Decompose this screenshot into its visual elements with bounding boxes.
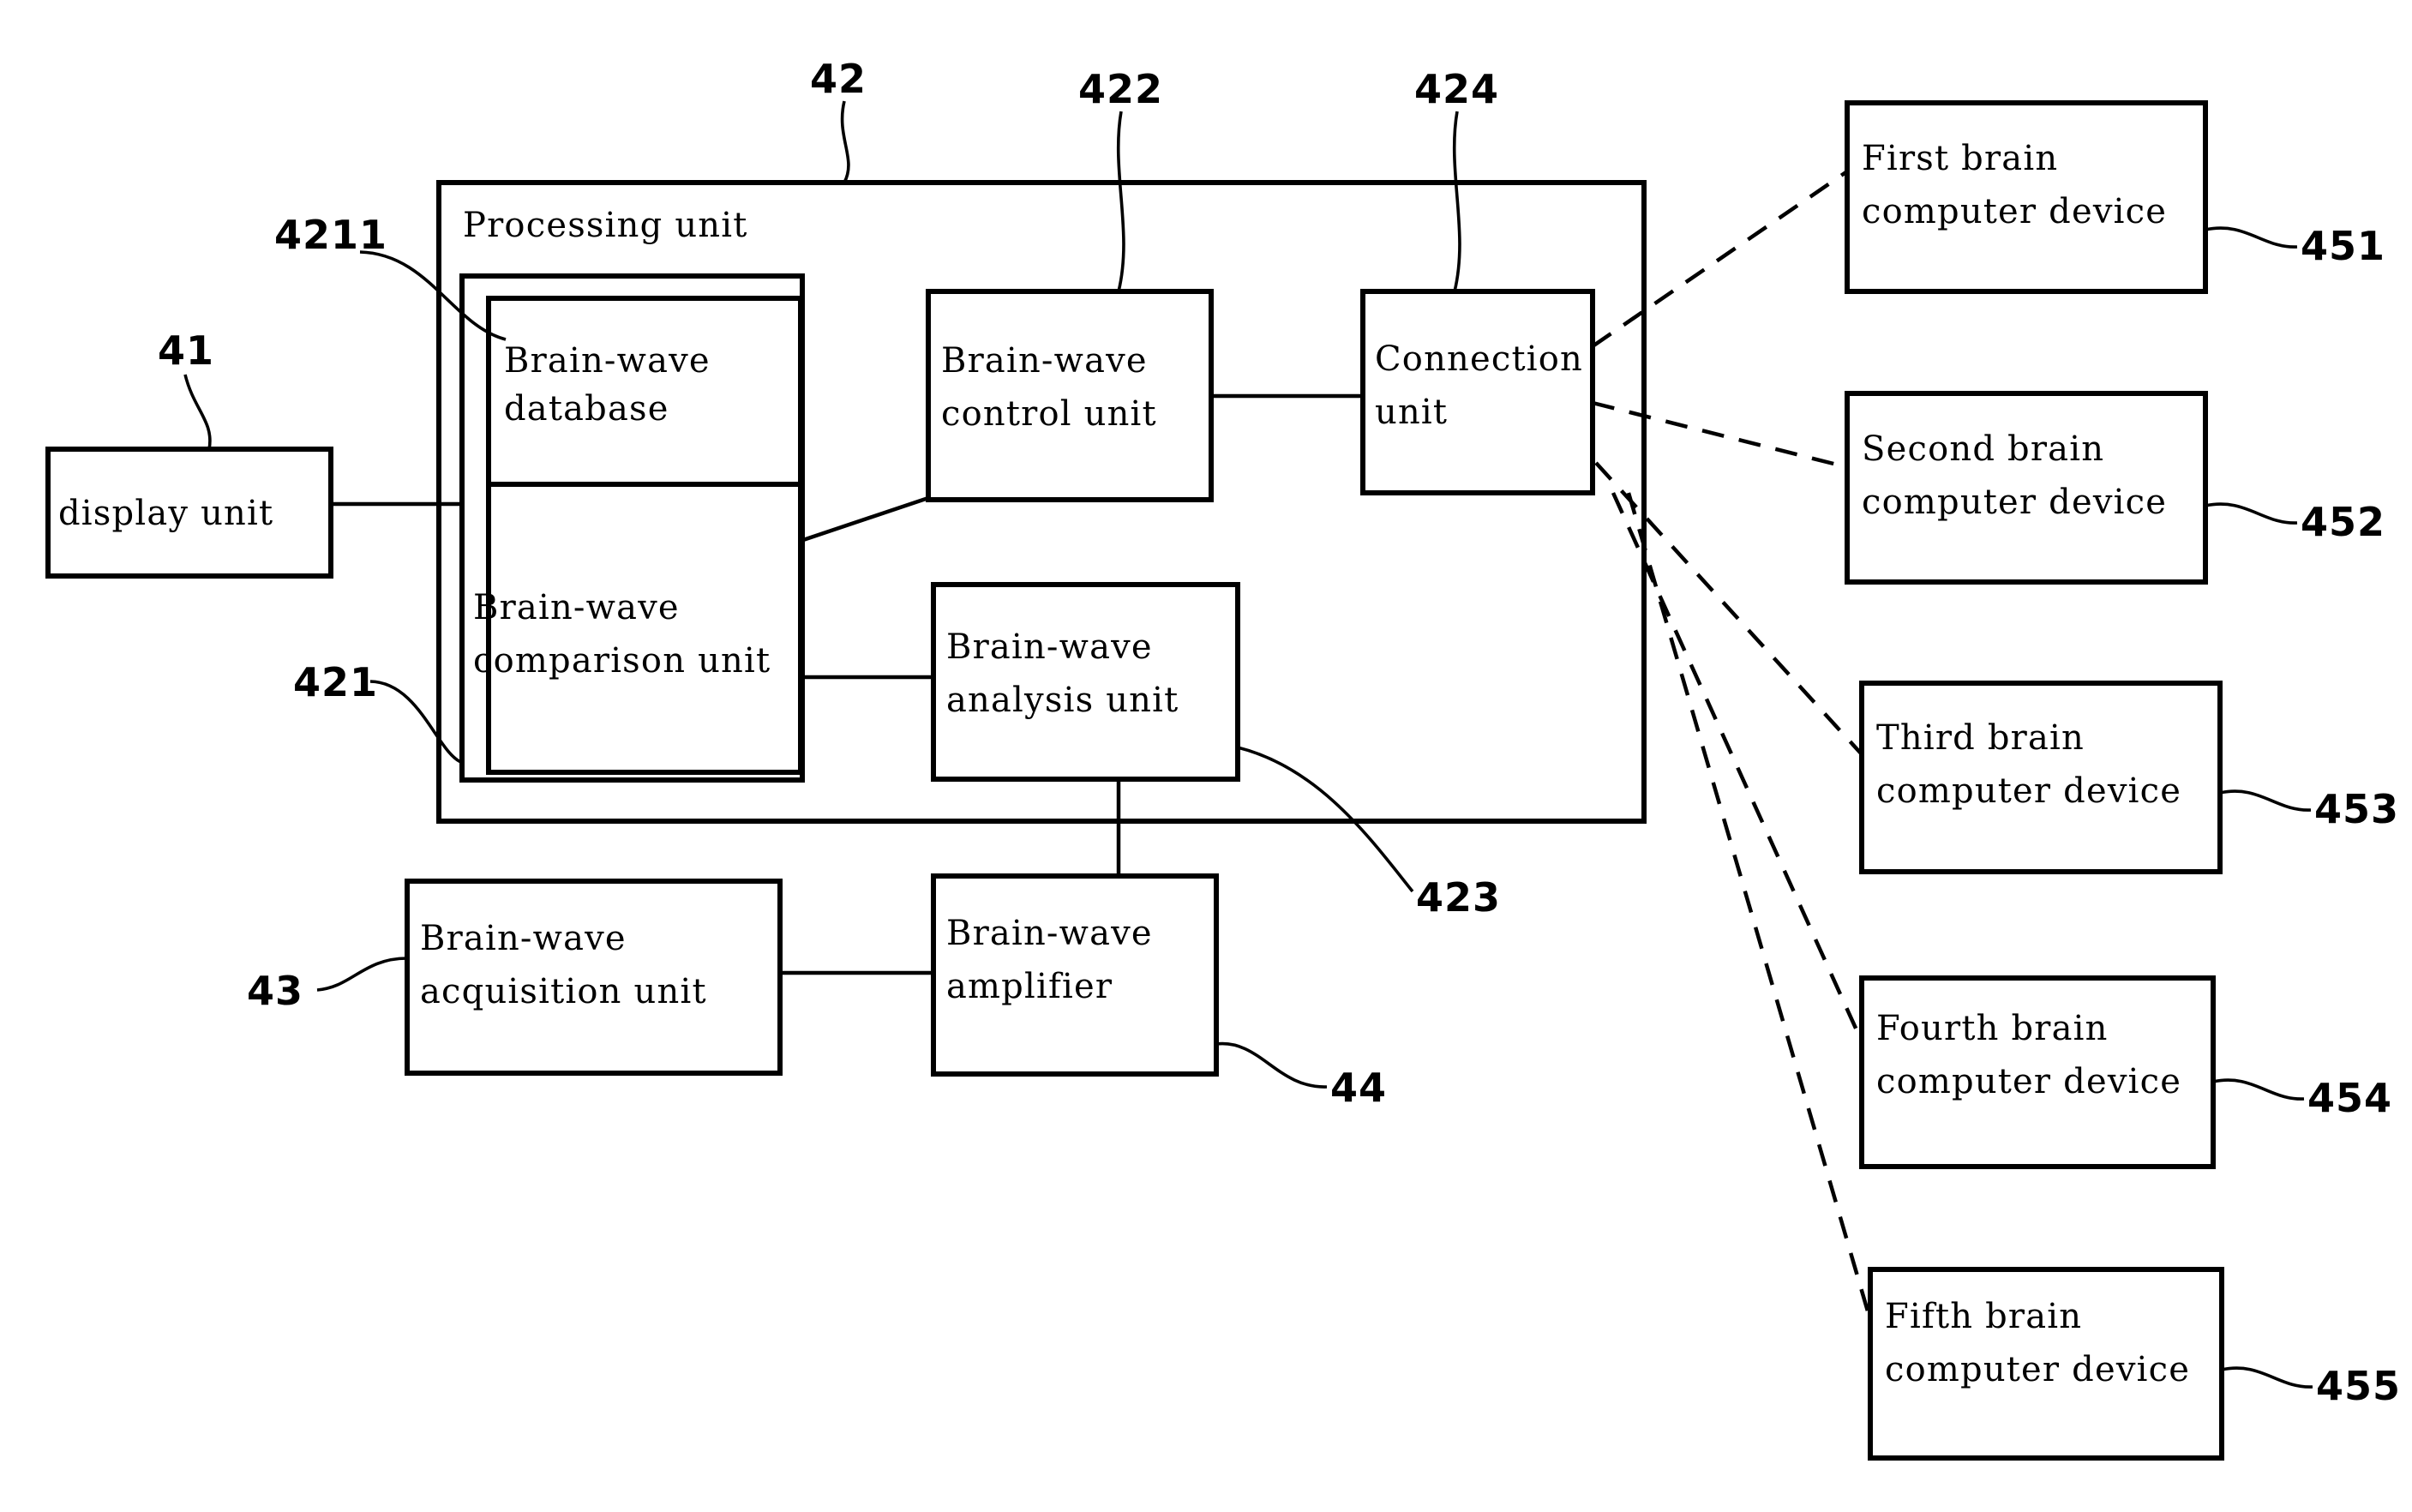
ref-numeral-451: 451 xyxy=(2301,223,2385,269)
connection-unit-label-2: unit xyxy=(1375,393,1448,432)
ref-numeral-453: 453 xyxy=(2314,786,2399,832)
third-brain-computer-device-label-2: computer device xyxy=(1876,771,2181,811)
third-brain-computer-device-label-1: Third brain xyxy=(1876,718,2085,758)
leader-42 xyxy=(840,100,850,183)
ref-numeral-424: 424 xyxy=(1414,66,1499,112)
ref-numeral-43: 43 xyxy=(247,968,303,1014)
ref-numeral-44: 44 xyxy=(1330,1065,1387,1111)
ref-numeral-454: 454 xyxy=(2307,1075,2392,1121)
brainwave-comparison-unit-label-1: Brain-wave xyxy=(473,588,680,627)
ref-numeral-421: 421 xyxy=(293,659,378,705)
leader-43 xyxy=(316,957,408,992)
second-brain-computer-device-label-1: Second brain xyxy=(1862,429,2104,469)
first-brain-computer-device-label-2: computer device xyxy=(1862,192,2167,231)
ref-numeral-423: 423 xyxy=(1416,874,1501,921)
ref-numeral-452: 452 xyxy=(2301,499,2385,545)
ref-numeral-455: 455 xyxy=(2316,1363,2401,1409)
diagram-canvas: Processing unit Brain-wave database Brai… xyxy=(45,56,2401,1461)
leader-455 xyxy=(2221,1366,2313,1389)
ref-numeral-4211: 4211 xyxy=(274,212,387,258)
ref-numeral-41: 41 xyxy=(158,327,214,374)
second-brain-computer-device-label-2: computer device xyxy=(1862,483,2167,522)
brainwave-control-unit-label-2: control unit xyxy=(941,394,1157,434)
connection-unit-label-1: Connection xyxy=(1375,339,1583,379)
brainwave-acquisition-unit-label-2: acquisition unit xyxy=(420,972,707,1011)
first-brain-computer-device-label-1: First brain xyxy=(1862,139,2058,178)
leader-454 xyxy=(2212,1078,2305,1101)
fourth-brain-computer-device-label-1: Fourth brain xyxy=(1876,1009,2109,1048)
fourth-brain-computer-device-label-2: computer device xyxy=(1876,1062,2181,1101)
brainwave-analysis-unit-label-2: analysis unit xyxy=(946,681,1179,720)
dashed-link-to-fourth-device xyxy=(1611,492,1864,1042)
brainwave-database-label-2: database xyxy=(504,389,669,429)
dashed-link-to-fifth-device xyxy=(1626,492,1873,1321)
brainwave-comparison-unit-label-2: comparison unit xyxy=(473,641,771,681)
leader-452 xyxy=(2205,502,2298,525)
leader-451 xyxy=(2205,226,2298,249)
ref-numeral-42: 42 xyxy=(810,56,867,102)
leader-453 xyxy=(2219,789,2312,812)
ref-numeral-422: 422 xyxy=(1078,66,1163,112)
fifth-brain-computer-device-label-2: computer device xyxy=(1885,1350,2190,1389)
leader-44 xyxy=(1215,1041,1328,1089)
brainwave-acquisition-unit-label-1: Brain-wave xyxy=(420,919,627,958)
brainwave-database-label-1: Brain-wave xyxy=(504,341,711,381)
fifth-brain-computer-device-label-1: Fifth brain xyxy=(1885,1297,2082,1336)
brainwave-amplifier-label-1: Brain-wave xyxy=(946,914,1153,953)
brainwave-amplifier-label-2: amplifier xyxy=(946,967,1113,1006)
brainwave-analysis-unit-label-1: Brain-wave xyxy=(946,627,1153,667)
patent-figure: Processing unit Brain-wave database Brai… xyxy=(0,0,2412,1512)
display-unit-label: display unit xyxy=(58,494,273,533)
processing-unit-label: Processing unit xyxy=(463,206,748,245)
brainwave-control-unit-label-1: Brain-wave xyxy=(941,341,1148,381)
leader-41 xyxy=(183,374,212,450)
